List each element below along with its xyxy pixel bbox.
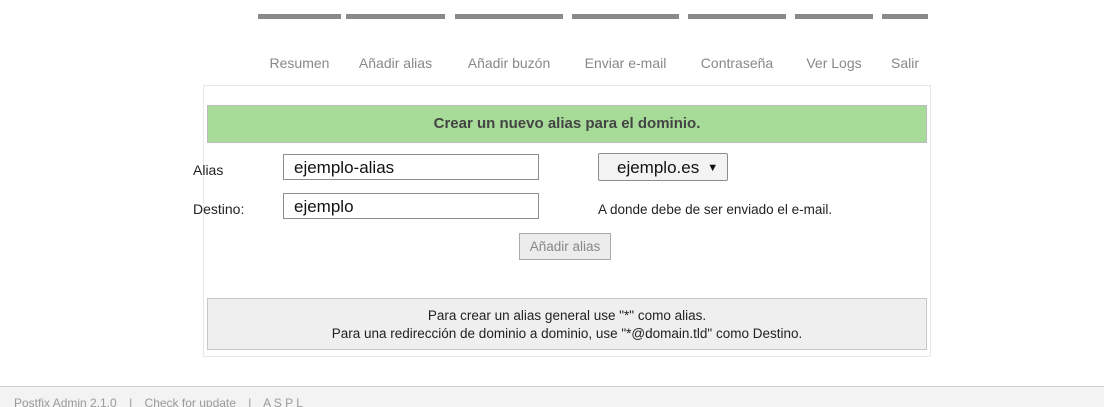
check-update-link[interactable]: Check for update: [145, 396, 236, 407]
credits-link[interactable]: A S P L: [263, 396, 303, 407]
chevron-down-icon: ▼: [707, 162, 719, 174]
destination-input[interactable]: ejemplo: [283, 193, 539, 219]
destination-label: Destino:: [193, 201, 245, 217]
help-line-2: Para una redirección de dominio a domini…: [331, 326, 803, 341]
tab-label: Salir: [890, 55, 919, 71]
tab-resumen[interactable]: Resumen: [258, 14, 341, 76]
tab-label: Añadir alias: [358, 55, 433, 71]
footer-separator: |: [129, 396, 133, 407]
tab-label: Resumen: [269, 55, 330, 71]
domain-select[interactable]: ejemplo.es ▼: [598, 153, 728, 181]
help-box: Para crear un alias general use "*" como…: [207, 298, 927, 350]
add-alias-button[interactable]: Añadir alias: [519, 233, 611, 260]
help-line-1: Para crear un alias general use "*" como…: [427, 308, 707, 323]
tab-label: Contraseña: [700, 55, 774, 71]
version-text: Postfix Admin 2.1.0: [14, 396, 117, 407]
tab-anadir-alias[interactable]: Añadir alias: [346, 14, 445, 76]
tab-contrasena[interactable]: Contraseña: [688, 14, 786, 76]
tab-label: Ver Logs: [806, 55, 862, 71]
destination-hint: A donde debe de ser enviado el e-mail.: [598, 202, 833, 217]
tab-ver-logs[interactable]: Ver Logs: [795, 14, 873, 76]
alias-input[interactable]: ejemplo-alias: [283, 154, 539, 180]
tab-enviar-email[interactable]: Enviar e-mail: [572, 14, 679, 76]
create-alias-panel: Crear un nuevo alias para el dominio. Al…: [193, 85, 931, 357]
tab-anadir-buzon[interactable]: Añadir buzón: [455, 14, 563, 76]
footer: Postfix Admin 2.1.0 | Check for update |…: [0, 386, 1104, 407]
tab-label: Enviar e-mail: [584, 55, 667, 71]
tab-salir[interactable]: Salir: [882, 14, 928, 76]
footer-separator: |: [248, 396, 252, 407]
tab-label: Añadir buzón: [467, 55, 551, 71]
form-title: Crear un nuevo alias para el dominio.: [207, 105, 927, 143]
alias-label: Alias: [193, 162, 224, 178]
domain-select-value: ejemplo.es: [617, 158, 700, 177]
